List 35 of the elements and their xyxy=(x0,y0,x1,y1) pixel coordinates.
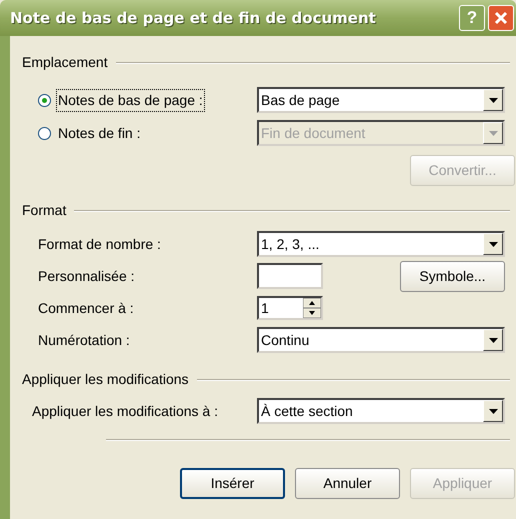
radio-label[interactable]: Notes de fin : xyxy=(57,122,142,144)
dropdown[interactable]: Bas de page xyxy=(257,87,505,113)
group-legend: Appliquer les modifications xyxy=(22,369,189,390)
group-legend: Emplacement xyxy=(22,52,108,73)
radio-button[interactable] xyxy=(38,94,51,106)
caret-icon xyxy=(488,242,498,246)
dropdown[interactable]: À cette section xyxy=(257,398,505,424)
radio-button[interactable] xyxy=(38,126,51,140)
close-icon xyxy=(494,11,508,25)
spin-up-icon[interactable] xyxy=(303,298,321,308)
group-legend: Format xyxy=(22,200,66,221)
dropdown[interactable]: 1, 2, 3, ... xyxy=(257,231,505,257)
dropdown[interactable]: Continu xyxy=(257,327,505,353)
dropdown-arrow-button[interactable] xyxy=(483,233,503,255)
dialog-button[interactable]: Annuler xyxy=(295,468,400,499)
text-field[interactable] xyxy=(257,263,323,289)
field-label: Personnalisée : xyxy=(37,266,136,286)
field-label: Commencer à : xyxy=(37,298,135,318)
caret-icon xyxy=(488,130,498,136)
close-button[interactable] xyxy=(488,5,514,31)
spinner-field[interactable]: 1 xyxy=(257,296,323,320)
radio-label[interactable]: Notes de bas de page : xyxy=(57,90,204,110)
dropdown-arrow-button[interactable] xyxy=(483,329,503,351)
field-label: Appliquer les modifications à : xyxy=(31,402,219,421)
dropdown-arrow-button[interactable] xyxy=(483,89,503,111)
dialog-button[interactable]: Insérer xyxy=(180,468,285,499)
dropdown-arrow-button[interactable] xyxy=(483,400,503,422)
field-label: Numérotation : xyxy=(37,330,131,350)
caret-icon xyxy=(488,408,498,414)
caret-icon xyxy=(488,338,498,342)
dialog-button[interactable]: Symbole... xyxy=(400,260,505,292)
caret-icon xyxy=(488,98,498,102)
spin-down-icon[interactable] xyxy=(303,308,321,318)
field-label: Format de nombre : xyxy=(37,234,162,254)
window-title: Note de bas de page et de fin de document xyxy=(10,8,377,29)
